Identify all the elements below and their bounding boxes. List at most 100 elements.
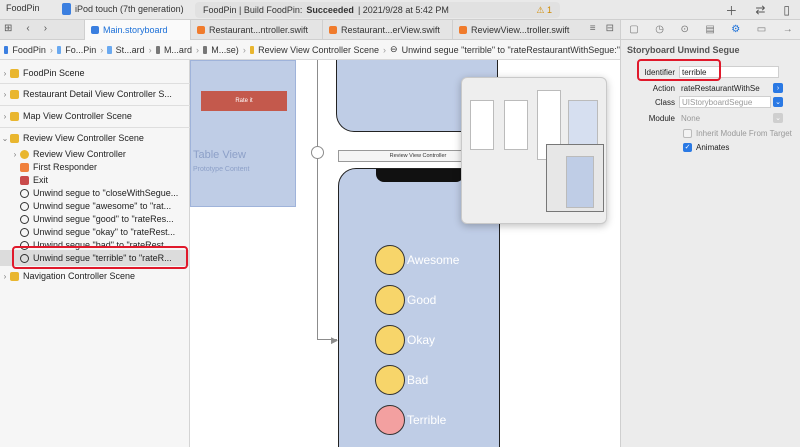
outline-map-scene[interactable]: › Map View Controller Scene <box>0 108 190 124</box>
folder-icon <box>107 45 112 54</box>
minimap-scene <box>504 100 528 150</box>
connections-inspector-icon[interactable]: → <box>783 24 793 35</box>
outline-label: Navigation Controller Scene <box>23 271 136 281</box>
forward-icon[interactable]: › <box>44 23 47 34</box>
tab-restaurant-view[interactable]: Restaurant...erView.swift <box>322 20 452 40</box>
outline-foodpin-scene[interactable]: › FoodPin Scene <box>0 65 190 81</box>
identity-inspector-icon[interactable]: ▤ <box>705 24 714 35</box>
sunglasses-emoji-icon <box>375 285 405 315</box>
outline-label: Exit <box>33 175 49 185</box>
inspector-toggle-icon[interactable]: ▯ <box>783 3 790 17</box>
file-icon <box>202 45 208 54</box>
editor-options-icon[interactable]: ≡ <box>590 23 596 34</box>
action-goto-icon[interactable]: › <box>773 83 783 93</box>
class-row: Class UIStoryboardSegue ⌄ <box>621 95 800 109</box>
outline-label: Unwind segue "good" to "rateRes... <box>33 214 174 224</box>
animates-label: Animates <box>696 142 730 152</box>
class-field[interactable]: UIStoryboardSegue <box>679 96 771 108</box>
class-dropdown-icon[interactable]: ⌄ <box>773 97 783 107</box>
editor-tab-bar: ⊞ ‹ › Main.storyboard Restaurant...ntrol… <box>0 20 620 40</box>
rating-label: Awesome <box>407 253 460 267</box>
scene-icon <box>10 271 19 281</box>
breadcrumb-item[interactable]: M...ard <box>164 45 192 55</box>
swap-icon[interactable]: ⇄ <box>755 3 765 17</box>
chevron-right-icon[interactable]: › <box>0 272 10 281</box>
device-icon <box>62 3 71 15</box>
unwind-segue-icon <box>20 201 29 211</box>
chevron-down-icon[interactable]: ⌄ <box>0 134 10 143</box>
detail-scene-preview[interactable]: Rate it Table View Prototype Content <box>190 60 296 207</box>
highlight-identifier <box>637 59 721 81</box>
rating-good[interactable]: Good <box>375 285 436 315</box>
inspector-title: Storyboard Unwind Segue <box>627 45 740 55</box>
segue-node[interactable] <box>311 146 324 159</box>
warning-badge[interactable]: ⚠ 1 <box>536 5 552 16</box>
outline-label: FoodPin Scene <box>23 68 85 78</box>
size-inspector-icon[interactable]: ▭ <box>757 24 766 35</box>
tab-main-storyboard[interactable]: Main.storyboard <box>84 20 190 40</box>
chevron-right-icon[interactable]: › <box>0 69 10 78</box>
breadcrumb-item[interactable]: Review View Controller Scene <box>258 45 379 55</box>
chevron-right-icon[interactable]: › <box>0 90 10 99</box>
tab-label: ReviewView...troller.swift <box>471 25 570 35</box>
chevron-right-icon[interactable]: › <box>0 112 10 121</box>
back-icon[interactable]: ‹ <box>26 23 29 34</box>
device-notch <box>376 169 464 182</box>
rating-label: Okay <box>407 333 436 347</box>
attributes-inspector-icon[interactable]: ⚙ <box>731 24 740 35</box>
document-outline: › FoodPin Scene › Restaurant Detail View… <box>0 60 190 447</box>
outline-label: Review View Controller Scene <box>23 133 144 143</box>
file-inspector-icon[interactable]: ▢ <box>629 24 638 35</box>
storyboard-icon <box>91 26 99 34</box>
device-selector[interactable]: iPod touch (7th generation) <box>62 3 184 15</box>
scheme-selector[interactable]: FoodPin <box>6 3 40 13</box>
rate-button[interactable]: Rate it <box>201 91 287 111</box>
grid-icon[interactable]: ⊞ <box>4 23 12 34</box>
activity-status: FoodPin | Build FoodPin: Succeeded | 202… <box>195 2 560 18</box>
outline-detail-scene[interactable]: › Restaurant Detail View Controller S... <box>0 86 190 102</box>
breadcrumb-item[interactable]: M...se) <box>211 45 239 55</box>
animates-row: ✓ Animates <box>621 140 800 154</box>
inherit-module-checkbox[interactable] <box>683 128 692 138</box>
action-field[interactable]: rateRestaurantWithSe <box>679 82 771 94</box>
outline-label: First Responder <box>33 162 98 172</box>
rating-terrible[interactable]: Terrible <box>375 405 446 435</box>
module-field[interactable]: None <box>679 112 771 124</box>
inherit-module-row: Inherit Module From Target <box>621 126 800 140</box>
animates-checkbox[interactable]: ✓ <box>683 142 692 152</box>
breadcrumb: FoodPin › Fo...Pin › St...ard › M...ard › M.… <box>0 40 620 60</box>
action-row: Action rateRestaurantWithSe › <box>621 81 800 95</box>
inherit-module-label: Inherit Module From Target <box>696 128 792 138</box>
breadcrumb-item[interactable]: St...ard <box>116 45 145 55</box>
segue-connector <box>317 60 318 340</box>
view-controller-icon <box>20 149 29 159</box>
scene-icon <box>10 68 19 78</box>
rating-okay[interactable]: Okay <box>375 325 435 355</box>
outline-navigation-scene[interactable]: › Navigation Controller Scene <box>0 268 190 284</box>
inspector-tabs: ▢ ◷ ⊙ ▤ ⚙ ▭ → <box>621 20 800 40</box>
tab-restaurant-controller[interactable]: Restaurant...ntroller.swift <box>190 20 322 40</box>
outline-review-scene[interactable]: ⌄ Review View Controller Scene <box>0 130 190 146</box>
add-editor-icon[interactable]: ⊟ <box>606 23 614 34</box>
help-icon[interactable]: ⊙ <box>680 24 688 35</box>
tab-review-controller[interactable]: ReviewView...troller.swift <box>452 20 578 40</box>
breadcrumb-item[interactable]: FoodPin <box>12 45 46 55</box>
module-row: Module None ⌄ <box>621 111 800 125</box>
breadcrumb-item[interactable]: Fo...Pin <box>65 45 96 55</box>
rating-bad[interactable]: Bad <box>375 365 428 395</box>
worried-emoji-icon <box>375 365 405 395</box>
canvas-minimap[interactable] <box>461 77 607 224</box>
outline-label: Unwind segue to "closeWithSegue... <box>33 188 179 198</box>
add-icon[interactable]: ＋ <box>725 2 737 19</box>
smile-emoji-icon <box>375 325 405 355</box>
tab-label: Restaurant...erView.swift <box>341 25 440 35</box>
rating-awesome[interactable]: Awesome <box>375 245 459 275</box>
history-icon[interactable]: ◷ <box>655 24 664 35</box>
breadcrumb-item[interactable]: Unwind segue "terrible" to "rateRestaura… <box>402 45 620 55</box>
chevron-right-icon[interactable]: › <box>10 150 20 159</box>
status-state: Succeeded <box>306 5 354 15</box>
rating-label: Good <box>407 293 437 307</box>
module-dropdown-icon[interactable]: ⌄ <box>773 113 783 123</box>
rating-label: Terrible <box>407 413 447 427</box>
module-label: Module <box>648 113 675 123</box>
